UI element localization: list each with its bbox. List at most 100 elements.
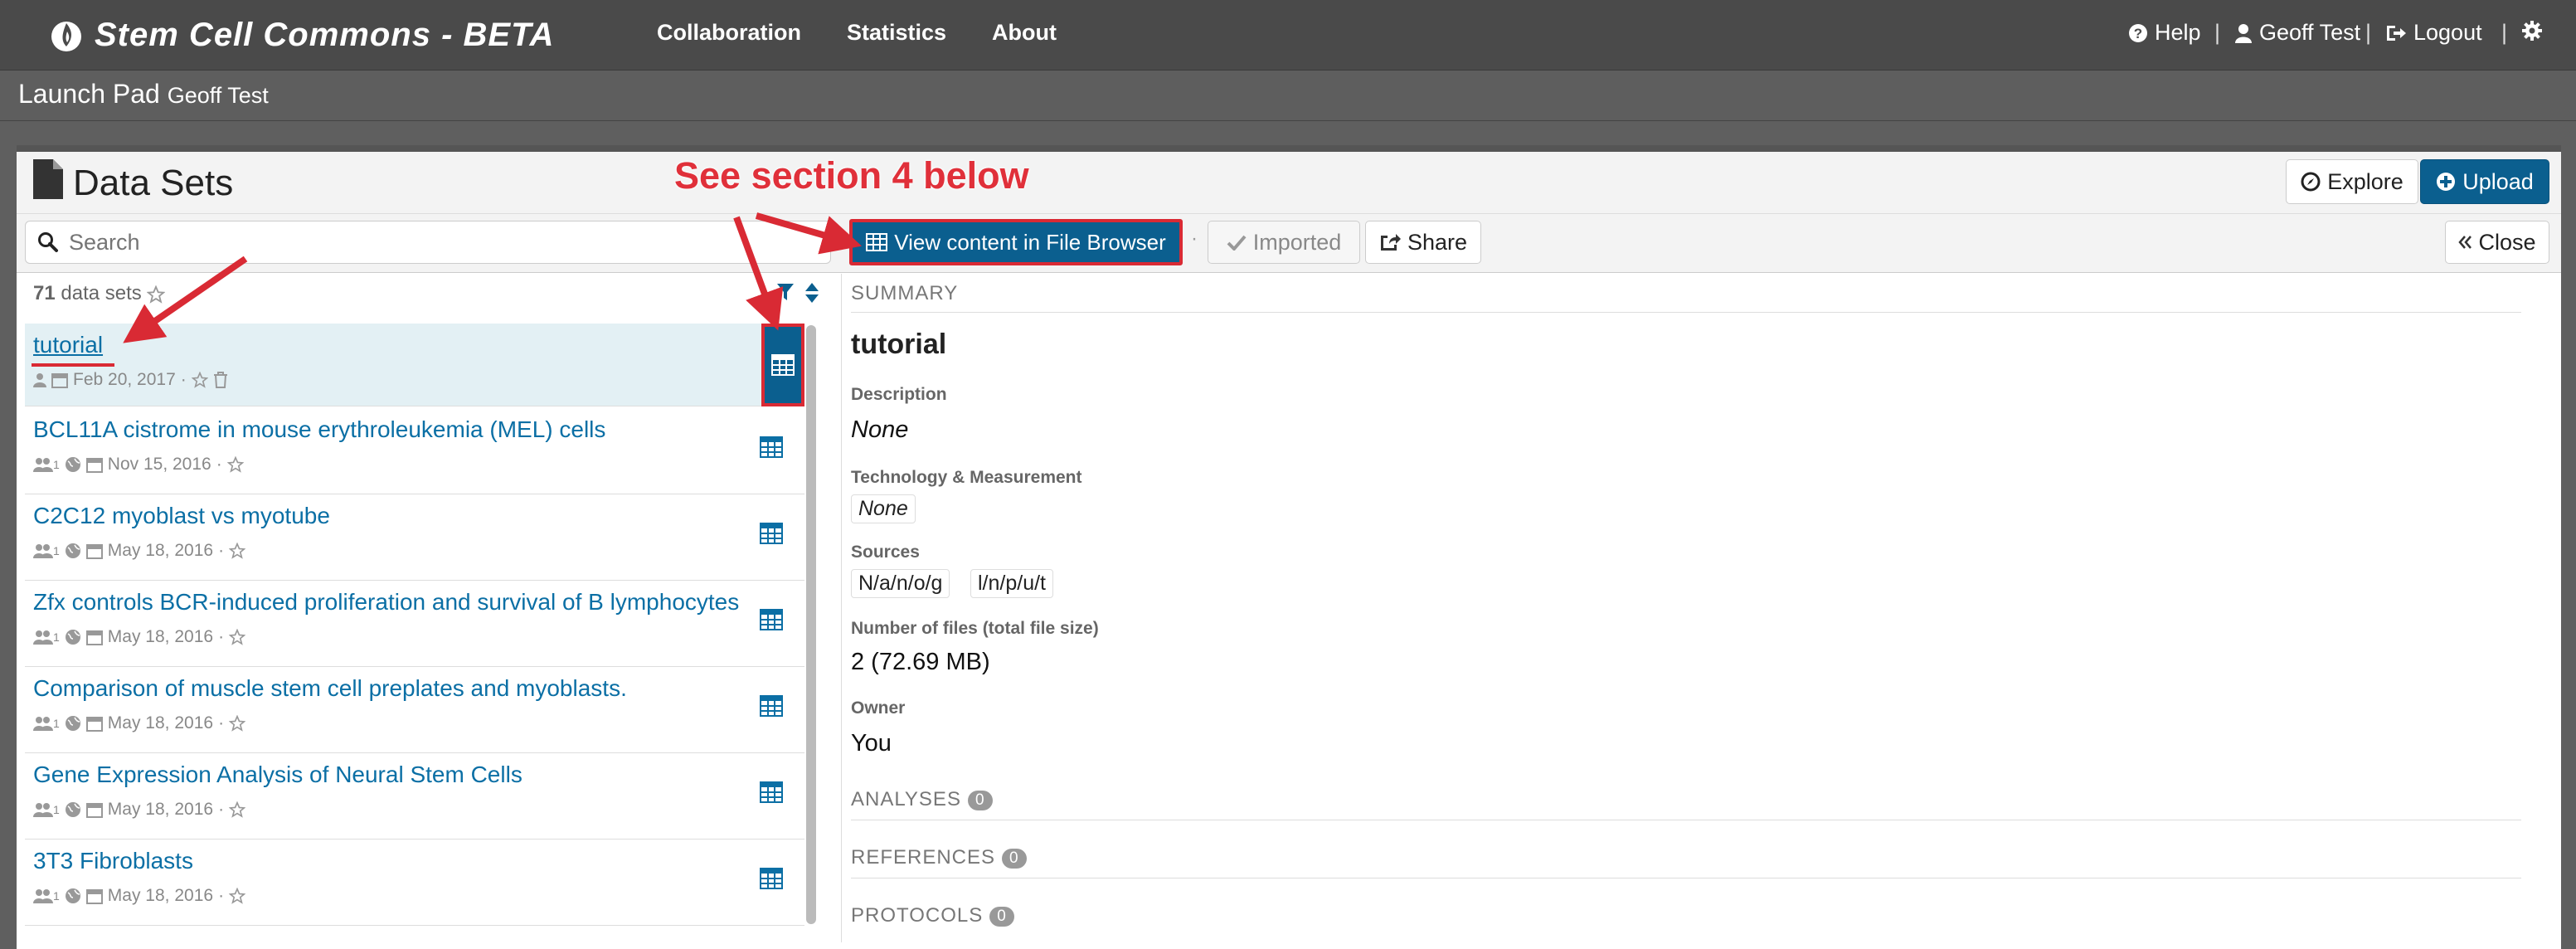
dataset-row-tutorial[interactable]: tutorial Feb 20, 2017 · [25,324,804,406]
dataset-row[interactable]: C2C12 myoblast vs myotube 1 May 18, 2016… [25,494,804,581]
dataset-title[interactable]: Zfx controls BCR-induced proliferation a… [33,589,739,616]
panel-title: Data Sets [73,163,234,203]
calendar-icon [51,373,68,388]
meta-separator: · [218,800,225,819]
dataset-date: May 18, 2016 [107,541,214,560]
dataset-title[interactable]: C2C12 myoblast vs myotube [33,503,330,529]
flame-logo-icon [51,22,81,51]
dataset-date: Feb 20, 2017 [73,370,176,389]
sources-label: Sources [851,543,920,562]
help-link[interactable]: ? Help [2128,20,2201,46]
analyses-count-badge: 0 [967,790,993,810]
calendar-icon [85,717,103,732]
star-outline-icon[interactable] [191,372,208,388]
divider [851,312,2521,313]
sign-out-icon [2387,25,2406,41]
table-icon[interactable] [760,523,783,544]
calendar-icon [85,803,103,818]
upload-button[interactable]: Upload [2420,159,2549,204]
dataset-date: Nov 15, 2016 [107,455,211,474]
group-count: 1 [53,717,60,730]
users-icon [33,544,53,558]
user-icon [33,373,46,387]
star-outline-icon[interactable] [226,456,244,473]
view-in-file-browser-label: View content in File Browser [894,229,1166,255]
calendar-icon [85,889,103,904]
users-icon [33,803,53,817]
user-menu-link[interactable]: Geoff Test [2234,20,2360,46]
nav-separator: | [2365,20,2372,45]
star-outline-icon[interactable] [146,285,166,304]
dataset-row[interactable]: Gene Expression Analysis of Neural Stem … [25,753,804,840]
trash-icon[interactable] [213,372,228,388]
dataset-title[interactable]: BCL11A cistrome in mouse erythroleukemia… [33,416,605,443]
explore-label: Explore [2327,168,2403,194]
nav-statistics-link[interactable]: Statistics [847,20,946,46]
dataset-meta: Feb 20, 2017 · [33,370,228,390]
summary-title: tutorial [851,328,947,360]
star-outline-icon[interactable] [229,629,246,645]
table-icon[interactable] [760,695,783,717]
launchpad-title: Launch Pad Geoff Test [18,79,269,110]
meta-separator: · [218,627,225,646]
files-label: Number of files (total file size) [851,619,1099,638]
close-button[interactable]: Close [2445,221,2549,264]
meta-separator: · [218,713,225,732]
list-scrollbar[interactable] [806,325,816,924]
protocols-section[interactable]: PROTOCOLS 0 [851,904,1014,927]
dataset-date: May 18, 2016 [107,886,214,905]
technology-value[interactable]: None [851,494,916,523]
explore-button[interactable]: Explore [2286,159,2418,204]
analyses-section[interactable]: ANALYSES 0 [851,788,993,811]
share-button[interactable]: Share [1365,221,1481,264]
star-outline-icon[interactable] [229,888,246,904]
dataset-title[interactable]: Comparison of muscle stem cell preplates… [33,675,627,702]
protocols-label: PROTOCOLS [851,904,984,927]
brand[interactable]: Stem Cell Commons - BETA [50,12,554,58]
dataset-title[interactable]: 3T3 Fibroblasts [33,848,193,874]
logout-link[interactable]: Logout [2385,20,2482,46]
settings-button[interactable] [2521,20,2543,41]
nav-separator: | [2214,20,2221,45]
dataset-date: May 18, 2016 [107,800,214,819]
view-in-file-browser-button[interactable]: View content in File Browser [849,219,1183,265]
table-icon[interactable] [760,609,783,630]
description-label: Description [851,385,947,404]
references-section[interactable]: REFERENCES 0 [851,846,1027,869]
close-label: Close [2478,229,2536,255]
summary-heading: SUMMARY [851,282,959,304]
share-icon [1380,234,1401,251]
meta-separator: · [216,455,222,474]
toolbar-separator: · [1191,227,1198,250]
dataset-title[interactable]: tutorial [33,332,103,358]
search-icon [38,232,58,252]
user-icon [2235,23,2252,43]
source-tag[interactable]: N/a/n/o/g [851,569,950,598]
imported-button[interactable]: Imported [1208,221,1360,264]
search-box[interactable] [25,221,831,264]
description-value[interactable]: None [851,416,908,444]
dataset-row[interactable]: Comparison of muscle stem cell preplates… [25,667,804,753]
sort-icon[interactable] [804,282,819,304]
check-icon [1227,235,1247,251]
star-outline-icon[interactable] [229,715,246,732]
nav-about-link[interactable]: About [992,20,1057,46]
source-tag[interactable]: l/n/p/u/t [970,569,1053,598]
search-input[interactable] [67,228,817,256]
nav-collaboration-link[interactable]: Collaboration [657,20,801,46]
panel-header [17,152,2561,214]
table-icon[interactable] [760,868,783,889]
table-icon[interactable] [760,781,783,803]
table-icon [866,233,888,251]
star-outline-icon[interactable] [229,543,246,559]
dataset-row[interactable]: 3T3 Fibroblasts 1 May 18, 2016 · [25,840,804,926]
open-file-browser-button[interactable] [761,324,804,406]
dataset-date: May 18, 2016 [107,627,214,646]
filter-icon[interactable] [776,282,795,302]
dataset-row[interactable]: BCL11A cistrome in mouse erythroleukemia… [25,408,804,494]
star-outline-icon[interactable] [229,801,246,818]
dataset-row[interactable]: Zfx controls BCR-induced proliferation a… [25,581,804,667]
table-icon[interactable] [760,436,783,458]
users-icon [33,458,53,472]
dataset-title[interactable]: Gene Expression Analysis of Neural Stem … [33,762,522,788]
